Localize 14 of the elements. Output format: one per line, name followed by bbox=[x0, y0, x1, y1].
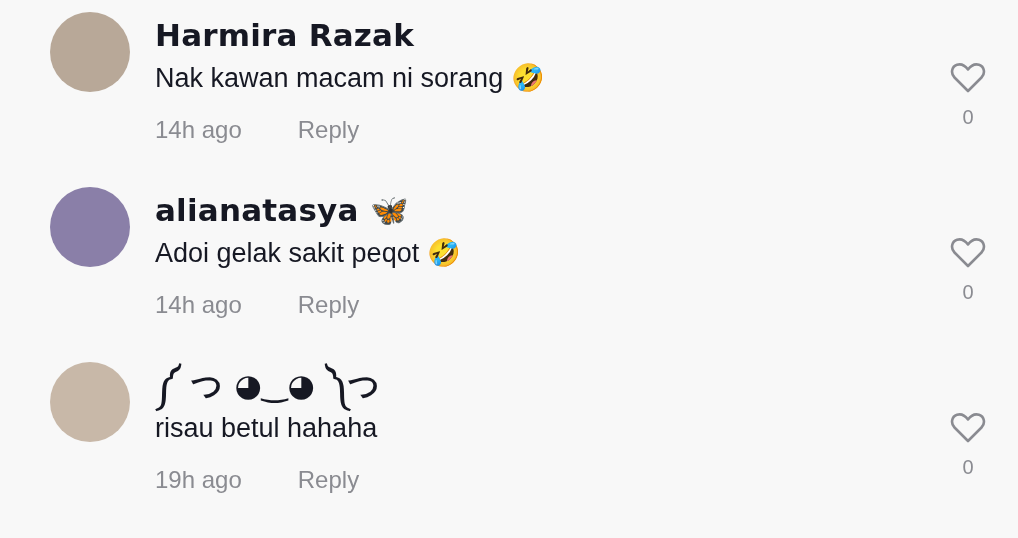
like-button[interactable] bbox=[950, 412, 986, 444]
comment-text: Adoi gelak sakit peqot 🤣 bbox=[155, 237, 461, 269]
like-button[interactable] bbox=[950, 62, 986, 94]
comment-author[interactable]: Harmira Razak bbox=[155, 12, 431, 58]
comment-text: Nak kawan macam ni sorang 🤣 bbox=[155, 62, 545, 94]
comment-author[interactable]: alianatasya 🦋 bbox=[155, 187, 425, 233]
like-count: 0 bbox=[962, 456, 974, 479]
like-count: 0 bbox=[962, 281, 974, 304]
comment-time: 14h ago bbox=[155, 291, 242, 319]
like-button[interactable] bbox=[950, 237, 986, 269]
like-count: 0 bbox=[962, 106, 974, 129]
comment-text: risau betul hahaha bbox=[155, 412, 378, 444]
comment-time: 14h ago bbox=[155, 116, 242, 144]
comment-time: 19h ago bbox=[155, 466, 242, 494]
